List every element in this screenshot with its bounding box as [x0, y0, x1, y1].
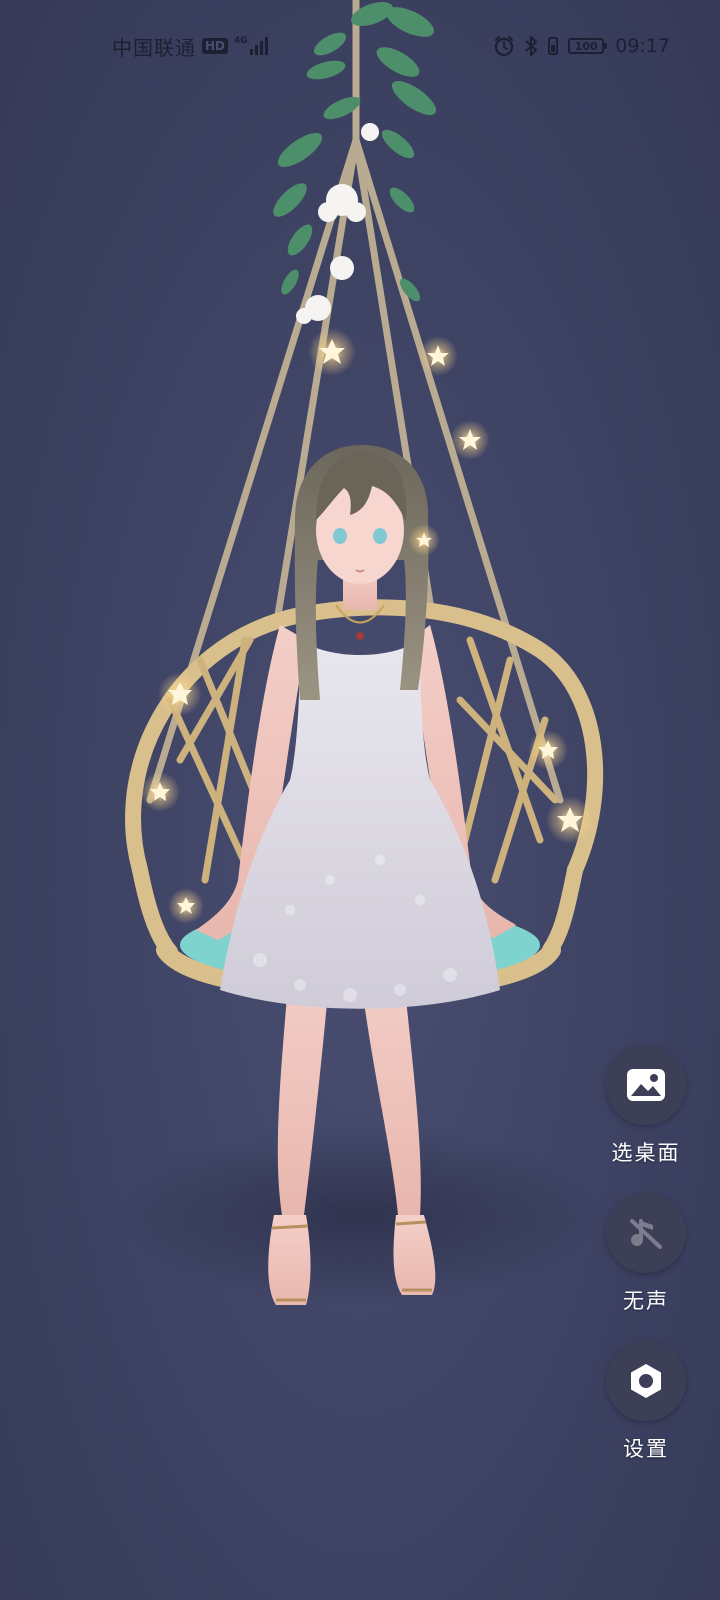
mute-label: 无声 [623, 1289, 669, 1313]
clock-time: 09:17 [615, 35, 670, 57]
network-type: 4G [234, 36, 248, 46]
choose-desktop-button[interactable]: 选桌面 [604, 1045, 688, 1167]
choose-desktop-circle[interactable] [606, 1045, 686, 1125]
status-right: 100 09:17 [493, 30, 670, 62]
image-icon [627, 1069, 665, 1101]
settings-icon [631, 1364, 661, 1398]
bluetooth-icon [525, 36, 538, 56]
settings-label: 设置 [623, 1437, 669, 1461]
status-bar: 中国联通 HD 4G 100 09:17 [0, 30, 720, 62]
music-off-icon [630, 1219, 662, 1249]
signal-strength-icon: 4G [234, 37, 268, 55]
vibrate-battery-icon [548, 37, 559, 55]
carrier-name: 中国联通 [112, 35, 196, 60]
alarm-clock-icon [495, 35, 514, 57]
side-actions: 选桌面 无声 设置 [604, 1045, 688, 1489]
mute-circle[interactable] [606, 1193, 686, 1273]
hd-badge: HD [202, 38, 229, 54]
battery-icon: 100 [568, 38, 608, 54]
status-left: 中国联通 HD 4G [112, 30, 268, 62]
settings-circle[interactable] [606, 1341, 686, 1421]
floor-shadow [120, 1125, 600, 1305]
settings-button[interactable]: 设置 [604, 1341, 688, 1463]
choose-desktop-label: 选桌面 [611, 1141, 681, 1165]
mute-button[interactable]: 无声 [604, 1193, 688, 1315]
